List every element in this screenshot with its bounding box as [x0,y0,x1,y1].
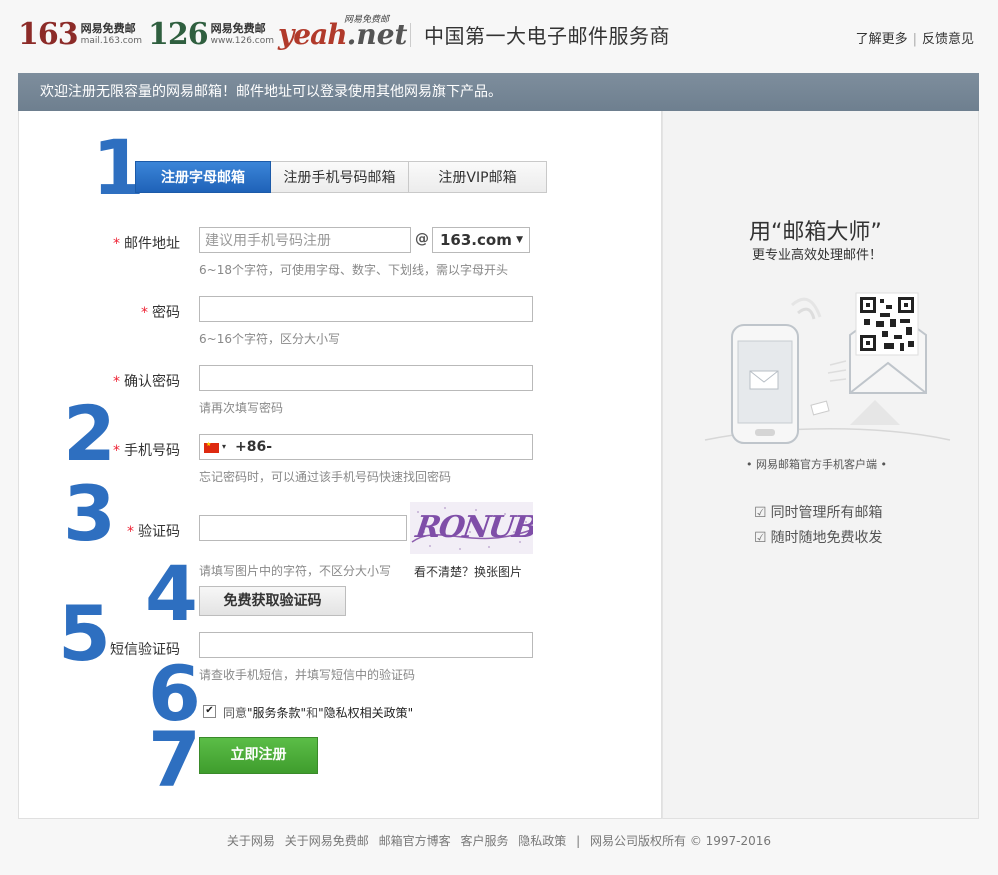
welcome-banner: 欢迎注册无限容量的网易邮箱！邮件地址可以登录使用其他网易旗下产品。 [18,73,979,111]
step-number-7: 7 [148,715,201,804]
step-number-2: 2 [63,389,116,478]
terms-link[interactable]: "服务条款" [247,706,306,720]
step-number-5: 5 [58,589,111,678]
get-sms-code-button[interactable]: 免费获取验证码 [199,586,346,616]
captcha-hint: 请填写图片中的字符，不区分大小写 [199,564,392,578]
at-sign: @ [415,231,429,247]
agree-text: 同意"服务条款"和"隐私权相关政策" [223,704,413,721]
app-caption: • 网易邮箱官方手机客户端 • [746,458,887,471]
checkbox-icon: ☑ [754,505,767,521]
email-hint: 6~18个字符，可使用字母、数字、下划线，需以字母开头 [199,263,508,277]
checkbox-icon: ☑ [754,530,767,546]
captcha-label: * 验证码 [127,524,180,540]
domain-value: 163.com [440,231,512,249]
tab-phone-email[interactable]: 注册手机号码邮箱 [271,161,409,193]
link-divider: | [912,32,917,47]
footer-copyright: 网易公司版权所有 © 1997-2016 [590,834,772,848]
email-input[interactable] [199,227,411,253]
footer-link-about-netease[interactable]: 关于网易 [227,834,275,848]
header-divider [410,23,411,47]
logo-163-number: 163 [18,17,79,52]
mail-master-illustration [704,292,951,444]
logo-163[interactable]: 163 网易免费邮 mail.163.com [18,20,142,50]
promo-title: 用“邮箱大师” [749,220,882,245]
feature-item: ☑ 随时随地免费收发 [754,530,883,546]
logo-126-line2: www.126.com [210,36,275,46]
tab-letter-email[interactable]: 注册字母邮箱 [135,161,271,193]
step-number-4: 4 [145,549,198,638]
top-links: 了解更多 | 反馈意见 [856,28,974,47]
logo-126[interactable]: 126 网易免费邮 www.126.com [148,20,274,50]
confirm-password-input[interactable] [199,365,533,391]
footer-link-service[interactable]: 客户服务 [460,834,508,848]
password-input[interactable] [199,296,533,322]
sms-code-hint: 请查收手机短信，并填写短信中的验证码 [199,668,416,682]
domain-select[interactable]: 163.com ▼ [432,227,530,253]
agree-prefix: 同意 [223,706,248,720]
feedback-link[interactable]: 反馈意见 [922,32,974,47]
refresh-captcha-link[interactable]: 看不清楚？换张图片 [414,563,522,580]
password-hint: 6~16个字符，区分大小写 [199,332,340,346]
footer-divider: | [576,834,581,848]
confirm-password-label: * 确认密码 [113,374,180,390]
register-tabs: 注册字母邮箱 注册手机号码邮箱 注册VIP邮箱 [135,161,547,193]
promo-subtitle: 更专业高效处理邮件！ [752,248,883,263]
sms-code-input[interactable] [199,632,533,658]
captcha-text: RONUB [413,510,533,545]
header-slogan: 中国第一大电子邮件服务商 [424,24,670,48]
feature-item: ☑ 同时管理所有邮箱 [754,505,883,521]
flag-dropdown-icon[interactable]: ▾ [222,435,226,459]
email-label: * 邮件地址 [113,236,180,252]
logo-163-line2: mail.163.com [80,36,143,46]
tab-vip-email[interactable]: 注册VIP邮箱 [409,161,547,193]
logo-yeah-tagline: 网易免费邮 [344,15,390,25]
password-label: * 密码 [141,305,180,321]
captcha-input[interactable] [199,515,407,541]
logo-126-number: 126 [148,17,209,52]
phone-label: * 手机号码 [113,443,180,459]
phone-prefix: +86- [235,439,273,455]
logo-126-line1: 网易免费邮 [210,22,266,35]
footer-link-privacy[interactable]: 隐私政策 [518,834,566,848]
sms-code-label: 短信验证码 [110,642,180,658]
footer: 关于网易 关于网易免费邮 邮箱官方博客 客户服务 隐私政策 | 网易公司版权所有… [0,832,998,849]
agree-and: 和 [306,706,319,720]
captcha-image[interactable]: RONUB [410,502,533,554]
chevron-down-icon: ▼ [516,235,523,245]
china-flag-icon[interactable]: ★ [204,441,219,453]
footer-link-about-mail[interactable]: 关于网易免费邮 [285,834,369,848]
phone-input[interactable]: ★ ▾ +86- [199,434,533,460]
logo-yeah-word: yeah [278,18,348,51]
register-submit-button[interactable]: 立即注册 [199,737,318,774]
phone-hint: 忘记密码时，可以通过该手机号码快速找回密码 [199,470,452,484]
agree-checkbox[interactable]: ✔ [203,705,216,718]
logo-yeah[interactable]: yeah .net 网易免费邮 [278,15,407,51]
footer-link-blog[interactable]: 邮箱官方博客 [379,834,451,848]
logo-163-line1: 网易免费邮 [80,22,136,35]
confirm-password-hint: 请再次填写密码 [199,401,284,415]
learn-more-link[interactable]: 了解更多 [856,32,908,47]
privacy-link[interactable]: "隐私权相关政策" [318,706,413,720]
